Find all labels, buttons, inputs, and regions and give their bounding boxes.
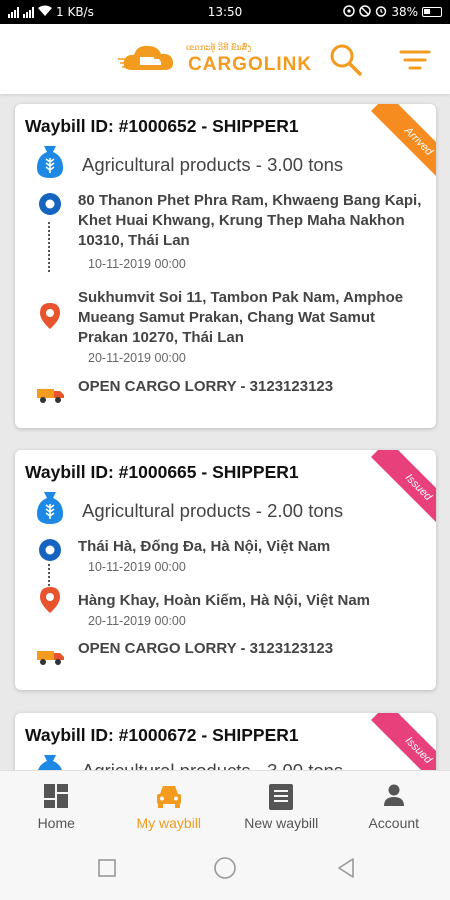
cloud-truck-logo-icon <box>118 45 174 70</box>
grain-sack-icon <box>38 755 62 770</box>
vehicle-info: OPEN CARGO LORRY - 3123123123 <box>78 640 334 657</box>
delivery-date: 20-11-2019 00:00 <box>88 351 186 365</box>
nav-home[interactable]: Home <box>0 771 113 834</box>
alarm-icon <box>375 5 387 20</box>
status-bar: 1 KB/s 13:50 38% <box>0 0 450 24</box>
signal-icon <box>8 6 19 18</box>
cargolink-logo: ເຂດກະທູ້ ວິທີ ຂົນສົ່ງ CARGOLINK <box>118 38 328 84</box>
origin-address: 80 Thanon Phet Phra Ram, Khwaeng Bang Ka… <box>78 192 422 249</box>
waybill-card[interactable]: Waybill ID: #1000672 - SHIPPER1 Issued A… <box>15 713 436 770</box>
truck-icon <box>37 389 64 403</box>
nav-new-waybill[interactable]: New waybill <box>225 771 338 834</box>
search-icon <box>330 44 362 76</box>
nav-my-waybill[interactable]: My waybill <box>113 771 226 834</box>
recent-apps-icon[interactable] <box>97 858 117 878</box>
sync-icon <box>343 4 356 20</box>
route-line <box>48 564 52 586</box>
grain-sack-icon <box>37 492 63 524</box>
filter-icon <box>399 50 431 70</box>
status-ribbon: Issued <box>364 713 436 770</box>
person-icon <box>383 784 404 806</box>
network-speed: 1 KB/s <box>56 5 94 19</box>
status-badge: Issued <box>371 713 436 770</box>
destination-pin-icon <box>40 303 60 329</box>
nav-label: New waybill <box>244 815 319 831</box>
battery-percent: 38% <box>391 5 418 19</box>
destination-pin-icon <box>40 587 60 613</box>
search-button[interactable] <box>328 42 364 78</box>
status-right: 38% <box>343 4 442 20</box>
origin-marker-icon <box>39 193 61 215</box>
bottom-navigation: Home My waybill New waybill Account <box>0 770 450 834</box>
waybill-card[interactable]: Waybill ID: #1000652 - SHIPPER1 Arrived … <box>15 104 436 428</box>
status-badge: Issued <box>371 450 436 522</box>
pickup-date: 10-11-2019 00:00 <box>88 560 186 574</box>
battery-icon <box>422 7 442 17</box>
home-circle-icon[interactable] <box>213 856 237 880</box>
app-header: ເຂດກະທູ້ ວິທີ ຂົນສົ່ງ CARGOLINK <box>0 24 450 94</box>
product-info: Agricultural products - 2.00 tons <box>82 500 344 521</box>
nav-label: Home <box>37 815 75 831</box>
signal-icon-2 <box>23 6 34 18</box>
dashboard-icon <box>44 784 69 808</box>
origin-marker-icon <box>39 539 61 561</box>
filter-button[interactable] <box>397 42 433 78</box>
grain-sack-icon <box>37 146 63 178</box>
vehicle-info: OPEN CARGO LORRY - 3123123123 <box>78 378 334 395</box>
system-navigation-bar <box>0 834 450 900</box>
nav-label: My waybill <box>136 815 202 831</box>
origin-address: Thái Hà, Đống Đa, Hà Nội, Việt Nam <box>78 538 331 555</box>
logo-tagline: ເຂດກະທູ້ ວິທີ ຂົນສົ່ງ <box>186 43 252 52</box>
delivery-date: 20-11-2019 00:00 <box>88 614 186 628</box>
destination-address: Hàng Khay, Hoàn Kiếm, Hà Nội, Việt Nam <box>78 592 371 609</box>
pickup-date: 10-11-2019 00:00 <box>88 257 186 271</box>
silent-icon <box>359 4 372 20</box>
car-icon <box>156 786 181 808</box>
status-left: 1 KB/s <box>8 5 168 19</box>
nav-label: Account <box>368 815 420 831</box>
truck-icon <box>37 651 64 665</box>
product-info: Agricultural products - 3.00 tons <box>82 154 344 175</box>
back-triangle-icon[interactable] <box>335 856 357 880</box>
waybill-title: Waybill ID: #1000672 - SHIPPER1 <box>25 725 299 745</box>
waybill-title: Waybill ID: #1000652 - SHIPPER1 <box>25 116 299 136</box>
waybill-card[interactable]: Waybill ID: #1000665 - SHIPPER1 Issued A… <box>15 450 436 690</box>
wifi-icon <box>38 5 52 19</box>
status-ribbon: Issued <box>364 450 436 522</box>
route-line <box>48 222 52 272</box>
status-ribbon: Arrived <box>364 104 436 176</box>
status-badge: Arrived <box>371 104 436 176</box>
waybill-list[interactable]: Waybill ID: #1000652 - SHIPPER1 Arrived … <box>0 94 450 770</box>
destination-address: Sukhumvit Soi 11, Tambon Pak Nam, Amphoe… <box>78 289 404 346</box>
nav-account[interactable]: Account <box>338 771 450 834</box>
logo-text: CARGOLINK <box>188 54 313 75</box>
waybill-title: Waybill ID: #1000665 - SHIPPER1 <box>25 462 299 482</box>
document-icon <box>269 784 294 810</box>
product-info: Agricultural products - 3.00 tons <box>82 760 343 770</box>
